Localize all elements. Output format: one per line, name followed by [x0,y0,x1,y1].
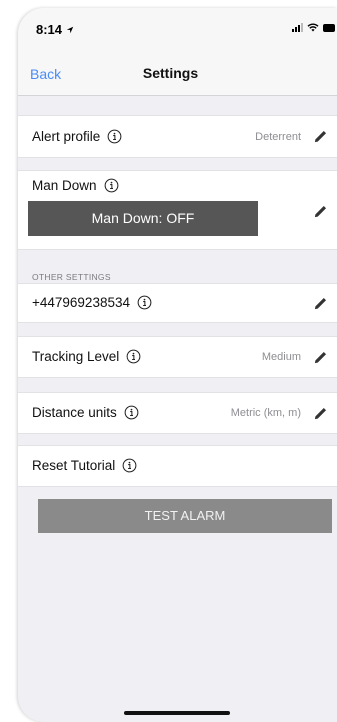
distance-units-label: Distance units [32,405,117,420]
distance-units-value: Metric (km, m) [230,407,301,419]
status-bar: 8:14 [18,8,337,46]
battery-icon [323,23,335,32]
tracking-level-value: Medium [261,351,301,363]
reset-tutorial-row[interactable]: Reset Tutorial [18,445,337,487]
tracking-level-label-group: Tracking Level [32,349,141,364]
info-icon[interactable] [122,458,137,473]
phone-number-label: +447969238534 [32,295,130,310]
status-time: 8:14 [36,22,74,37]
page-title: Settings [142,65,199,81]
man-down-label: Man Down [32,178,97,193]
tracking-level-label: Tracking Level [32,349,120,364]
alert-profile-label-group: Alert profile [32,129,122,144]
reset-tutorial-label: Reset Tutorial [32,458,116,473]
pencil-icon[interactable] [313,350,328,365]
status-icons [292,23,335,32]
pencil-icon[interactable] [313,406,328,421]
info-icon[interactable] [107,129,122,144]
phone-number-row[interactable]: +447969238534 [18,283,337,323]
pencil-icon[interactable] [313,296,328,311]
other-settings-header: OTHER SETTINGS [32,272,111,282]
phone-screen: 8:14 Back Settings Alert profile Deterre… [18,8,337,722]
man-down-toggle-button[interactable]: Man Down: OFF [28,201,258,236]
alert-profile-row[interactable]: Alert profile Deterrent [18,115,337,158]
distance-units-label-group: Distance units [32,405,139,420]
reset-tutorial-label-group: Reset Tutorial [32,458,137,473]
info-icon[interactable] [126,349,141,364]
home-indicator[interactable] [124,711,230,715]
tracking-level-row[interactable]: Tracking Level Medium [18,336,337,378]
test-alarm-button[interactable]: TEST ALARM [38,499,332,533]
navigation-bar: Back Settings [18,46,337,96]
location-arrow-icon [66,26,73,34]
man-down-row: Man Down Man Down: OFF [18,170,337,250]
pencil-icon[interactable] [313,204,328,219]
phone-number-label-group: +447969238534 [32,295,152,310]
signal-icon [292,23,303,32]
man-down-label-group: Man Down [32,178,119,193]
info-icon[interactable] [104,178,119,193]
wifi-icon [307,23,319,32]
pencil-icon[interactable] [313,129,328,144]
info-icon[interactable] [124,405,139,420]
alert-profile-label: Alert profile [32,129,101,144]
distance-units-row[interactable]: Distance units Metric (km, m) [18,392,337,434]
info-icon[interactable] [137,295,152,310]
alert-profile-value: Deterrent [255,131,301,143]
